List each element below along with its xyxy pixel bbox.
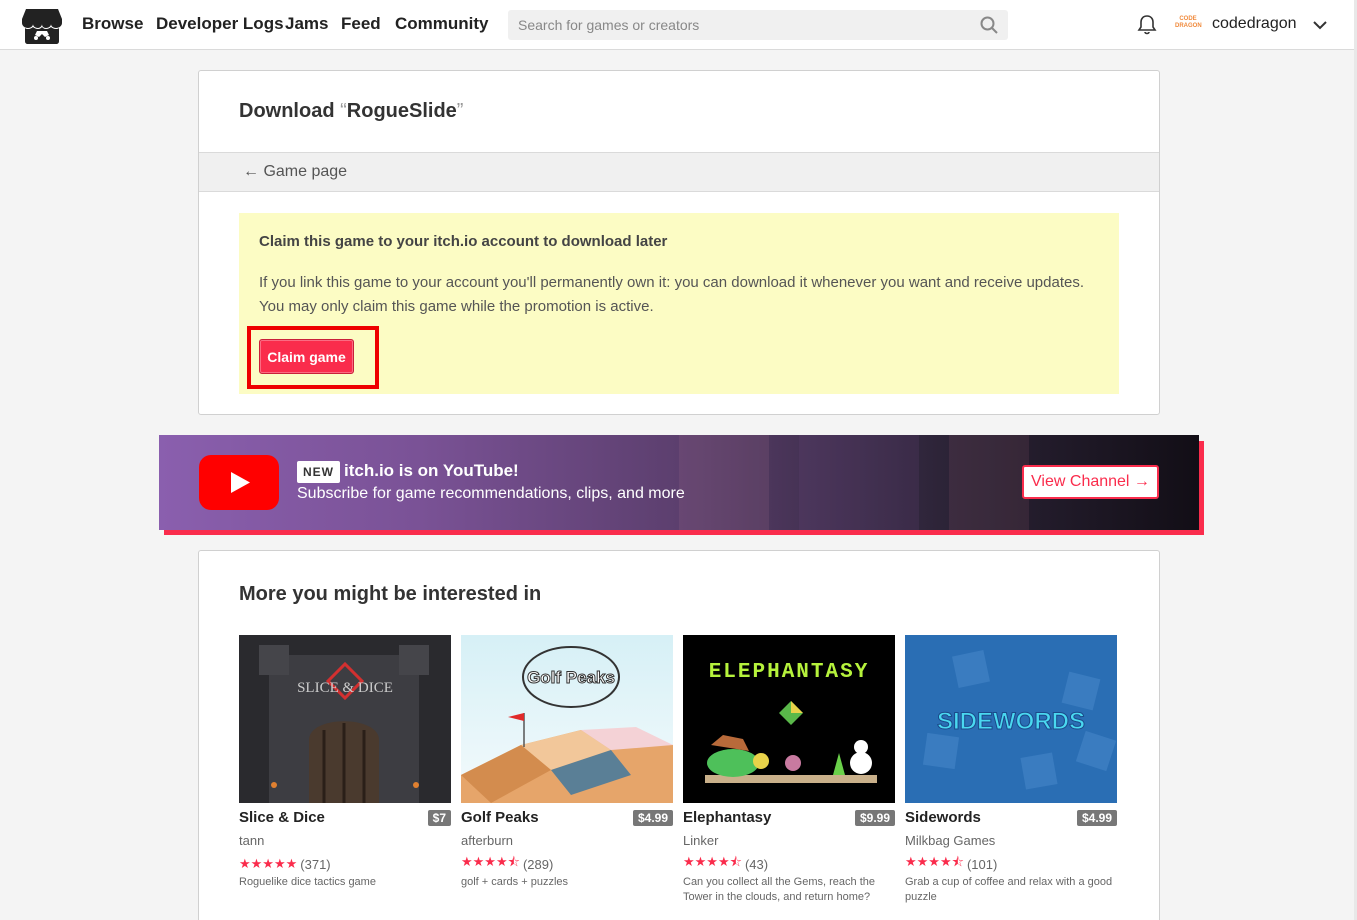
star-rating-icon: ★★★★⯪ — [683, 854, 742, 869]
download-card: Download “RogueSlide” ← Game page Claim … — [198, 70, 1160, 415]
title-prefix: Download — [239, 100, 335, 122]
recommendations-card: More you might be interested in SLICE & … — [198, 550, 1160, 920]
open-quote: “ — [340, 100, 347, 122]
username[interactable]: codedragon — [1212, 15, 1297, 33]
rating-count: (101) — [966, 856, 998, 872]
thumb-text: ELEPHANTASY — [709, 661, 870, 684]
game-author[interactable]: Linker — [683, 833, 895, 853]
rating-count: (289) — [522, 856, 554, 872]
back-bar: ← Game page — [199, 152, 1159, 192]
youtube-title: itch.io is on YouTube! — [344, 461, 519, 480]
star-rating-icon: ★★★★⯪ — [461, 854, 520, 869]
search-input[interactable] — [508, 10, 973, 40]
claim-text: If you link this game to your account yo… — [259, 274, 1084, 315]
game-title[interactable]: Golf Peaks — [461, 809, 539, 826]
recommendations-title: More you might be interested in — [239, 583, 542, 605]
price-badge: $9.99 — [854, 810, 895, 826]
search-box — [508, 10, 1008, 40]
game-thumbnail[interactable]: Golf Peaks — [461, 635, 673, 803]
thumb-text: SLICE & DICE — [297, 680, 393, 696]
game-rating: ★★★★⯪ (289) — [461, 853, 673, 875]
game-title-row: Sidewords $4.99 — [905, 807, 1117, 833]
rating-count: (371) — [300, 856, 331, 872]
game-title-row: Slice & Dice $7 — [239, 807, 451, 833]
game-title-row: Golf Peaks $4.99 — [461, 807, 673, 833]
game-title-row: Elephantasy $9.99 — [683, 807, 895, 833]
price-badge: $4.99 — [632, 810, 673, 826]
price-badge: $7 — [427, 810, 451, 826]
game-description: Roguelike dice tactics game — [239, 876, 376, 888]
game-rating: ★★★★⯪ (101) — [905, 853, 1117, 875]
claim-box: Claim this game to your itch.io account … — [239, 213, 1119, 394]
game-thumbnail[interactable]: SLICE & DICE — [239, 635, 451, 803]
youtube-subtitle: Subscribe for game recommendations, clip… — [297, 485, 685, 502]
game-rating: ★★★★⯪ (43) — [683, 853, 895, 875]
thumb-text: Golf Peaks — [527, 668, 615, 687]
new-badge: NEW — [297, 461, 340, 483]
notification-bell-icon[interactable] — [1137, 14, 1157, 36]
claim-heading: Claim this game to your itch.io account … — [259, 233, 668, 250]
game-description: golf + cards + puzzles — [461, 876, 569, 888]
golf-peaks-cover-icon: Golf Peaks — [461, 635, 673, 803]
rating-count: (43) — [744, 856, 769, 872]
youtube-logo-icon — [199, 455, 279, 510]
price-badge: $4.99 — [1076, 810, 1117, 826]
game-card-golf-peaks[interactable]: Golf Peaks Golf Peaks $4.99 afterburn ★★… — [461, 635, 673, 890]
nav-jams[interactable]: Jams — [285, 14, 328, 34]
avatar[interactable]: CODE DRAGON — [1175, 12, 1202, 38]
banner-tile — [679, 435, 769, 530]
game-title[interactable]: Sidewords — [905, 809, 981, 826]
nav-developer-logs[interactable]: Developer Logs — [156, 14, 284, 34]
game-author[interactable]: Milkbag Games — [905, 833, 1117, 853]
banner-tile — [799, 435, 919, 530]
search-icon[interactable] — [980, 16, 998, 34]
game-card-elephantasy[interactable]: ELEPHANTASY Elephantasy $9.99 Linker ★★★… — [683, 635, 895, 905]
nav-community[interactable]: Community — [395, 14, 489, 34]
elephantasy-cover-icon: ELEPHANTASY — [683, 635, 895, 803]
nav-feed[interactable]: Feed — [341, 14, 381, 34]
game-thumbnail[interactable]: ELEPHANTASY — [683, 635, 895, 803]
game-card-sidewords[interactable]: SIDEWORDS Sidewords $4.99 Milkbag Games … — [905, 635, 1117, 905]
slice-dice-cover-icon: SLICE & DICE — [239, 635, 451, 803]
nav-browse[interactable]: Browse — [82, 14, 143, 34]
top-header: Browse Developer Logs Jams Feed Communit… — [0, 0, 1357, 50]
banner-tile — [949, 435, 1029, 530]
youtube-banner[interactable]: NEW itch.io is on YouTube! Subscribe for… — [159, 435, 1199, 530]
page-title: Download “RogueSlide” — [239, 100, 463, 123]
itchio-logo-icon[interactable] — [22, 7, 62, 45]
game-name: RogueSlide — [346, 100, 457, 122]
star-rating-icon: ★★★★★ — [239, 856, 298, 871]
claim-game-button[interactable]: Claim game — [259, 339, 354, 374]
close-quote: ” — [456, 100, 464, 122]
game-thumbnail[interactable]: SIDEWORDS — [905, 635, 1117, 803]
game-title[interactable]: Slice & Dice — [239, 809, 325, 826]
game-page-link[interactable]: ← Game page — [243, 163, 347, 181]
game-description: Grab a cup of coffee and relax with a go… — [905, 876, 1113, 903]
game-description: Can you collect all the Gems, reach the … — [683, 876, 875, 903]
star-rating-icon: ★★★★⯪ — [905, 854, 964, 869]
sidewords-cover-icon: SIDEWORDS — [905, 635, 1117, 803]
view-channel-button[interactable]: View Channel → — [1022, 465, 1159, 499]
game-author[interactable]: afterburn — [461, 833, 673, 853]
chevron-down-icon[interactable] — [1312, 17, 1328, 33]
game-title[interactable]: Elephantasy — [683, 809, 771, 826]
thumb-text: SIDEWORDS — [937, 708, 1085, 735]
game-author[interactable]: tann — [239, 833, 451, 853]
game-rating: ★★★★★ (371) — [239, 853, 451, 875]
game-card-slice-dice[interactable]: SLICE & DICE Slice & Dice $7 tann ★★★★★ … — [239, 635, 451, 890]
